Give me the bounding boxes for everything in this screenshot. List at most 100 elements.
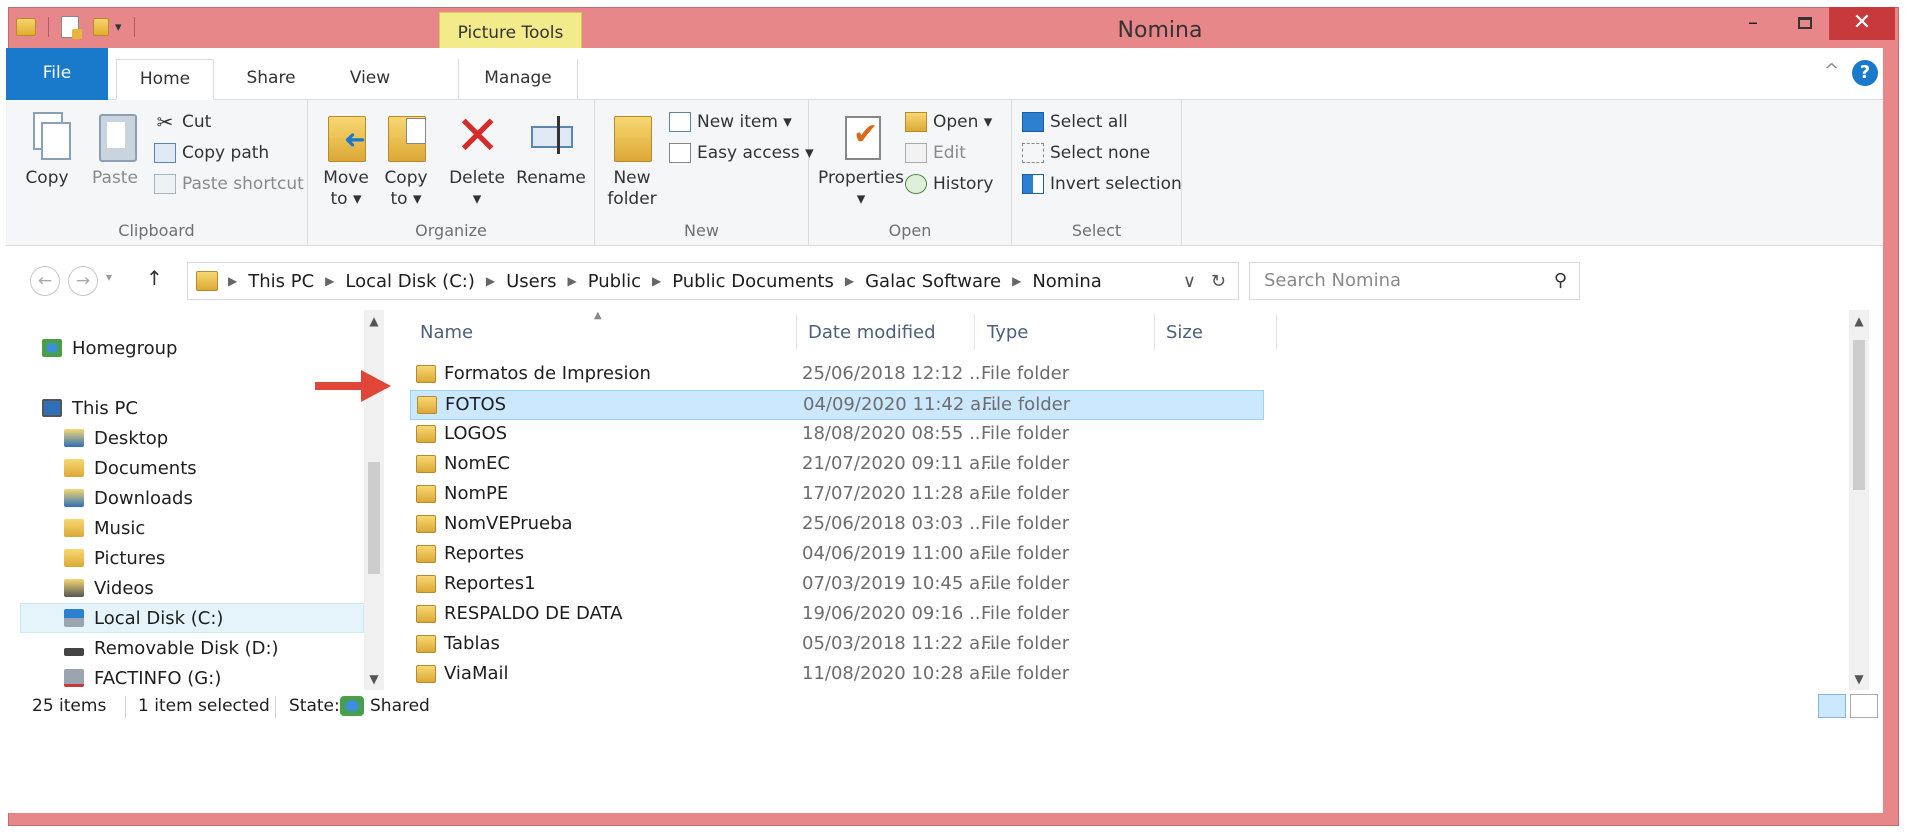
refresh-icon[interactable]: ↻	[1211, 271, 1226, 292]
new-item-button[interactable]: New item ▾	[669, 108, 792, 136]
column-header-date[interactable]: Date modified	[808, 322, 936, 343]
breadcrumb-separator[interactable]: ▶	[486, 274, 495, 288]
paste-shortcut-button[interactable]: Paste shortcut	[154, 170, 304, 198]
list-item[interactable]: RESPALDO DE DATA 19/06/2020 09:16 ... Fi…	[410, 600, 1264, 630]
breadcrumb-local-disk[interactable]: Local Disk (C:)	[345, 271, 474, 292]
invert-selection-button[interactable]: Invert selection	[1022, 170, 1182, 198]
copy-to-button[interactable]: Copy to ▾	[378, 110, 434, 210]
file-list-scrollbar[interactable]: ▲ ▼	[1849, 310, 1869, 690]
nav-scroll-thumb[interactable]	[368, 462, 380, 574]
list-item[interactable]: Formatos de Impresion 25/06/2018 12:12 .…	[410, 360, 1264, 390]
column-header-size[interactable]: Size	[1166, 322, 1203, 343]
list-item-selected[interactable]: FOTOS 04/09/2020 11:42 a... File folder	[410, 390, 1264, 420]
file-name: NomEC	[444, 453, 510, 474]
nav-item-desktop[interactable]: Desktop	[64, 423, 168, 453]
properties-button[interactable]: Properties ▾	[815, 110, 907, 210]
column-divider[interactable]	[974, 314, 975, 350]
large-icons-view-button[interactable]	[1850, 694, 1878, 718]
file-date: 25/06/2018 12:12 ...	[802, 363, 987, 384]
list-item[interactable]: LOGOS 18/08/2020 08:55 ... File folder	[410, 420, 1264, 450]
properties-label: Properties	[818, 168, 904, 188]
nav-item-videos[interactable]: Videos	[64, 573, 154, 603]
breadcrumb-nomina[interactable]: Nomina	[1032, 271, 1101, 292]
paste-button[interactable]: Paste	[84, 110, 146, 189]
rename-button[interactable]: Rename	[514, 110, 588, 189]
breadcrumb-separator[interactable]: ▶	[845, 274, 854, 288]
column-header-name[interactable]: Name	[420, 322, 473, 343]
breadcrumb-public-documents[interactable]: Public Documents	[672, 271, 834, 292]
properties-qat-icon[interactable]	[61, 16, 82, 39]
search-input[interactable]: Search Nomina ⚲	[1249, 262, 1580, 300]
edit-button[interactable]: Edit	[905, 139, 966, 167]
scroll-up-icon[interactable]: ▲	[364, 314, 384, 328]
breadcrumb-users[interactable]: Users	[506, 271, 556, 292]
column-divider[interactable]	[1276, 314, 1277, 350]
tab-file[interactable]: File	[6, 48, 108, 100]
nav-item-local-disk[interactable]: Local Disk (C:)	[20, 603, 364, 633]
scroll-up-icon[interactable]: ▲	[1849, 314, 1869, 328]
open-button[interactable]: Open ▾	[905, 108, 992, 136]
copy-path-button[interactable]: Copy path	[154, 139, 269, 167]
new-folder-qat-icon[interactable]	[93, 18, 109, 36]
breadcrumb-separator[interactable]: ▶	[228, 274, 237, 288]
forward-button[interactable]: →	[68, 266, 98, 296]
tab-share[interactable]: Share	[228, 59, 314, 100]
column-divider[interactable]	[796, 314, 797, 350]
address-bar[interactable]: ▶ This PC ▶ Local Disk (C:) ▶ Users ▶ Pu…	[187, 262, 1239, 300]
column-header-type[interactable]: Type	[987, 322, 1028, 343]
file-list-scroll-thumb[interactable]	[1853, 340, 1865, 490]
breadcrumb-separator[interactable]: ▶	[325, 274, 334, 288]
cut-button[interactable]: ✂ Cut	[154, 108, 212, 136]
easy-access-button[interactable]: Easy access ▾	[669, 139, 814, 167]
maximize-button[interactable]	[1787, 8, 1823, 38]
help-icon[interactable]: ?	[1852, 60, 1878, 86]
list-item[interactable]: Tablas 05/03/2018 11:22 a... File folder	[410, 630, 1264, 660]
breadcrumb-separator[interactable]: ▶	[652, 274, 661, 288]
nav-item-factinfo[interactable]: FACTINFO (G:)	[64, 663, 221, 690]
nav-item-homegroup[interactable]: Homegroup	[42, 333, 177, 363]
details-view-button[interactable]	[1818, 694, 1846, 718]
column-divider[interactable]	[1154, 314, 1155, 350]
scroll-down-icon[interactable]: ▼	[364, 672, 384, 686]
breadcrumb-separator[interactable]: ▶	[1012, 274, 1021, 288]
close-button[interactable]: ✕	[1829, 7, 1895, 40]
tab-view[interactable]: View	[334, 59, 406, 100]
select-all-button[interactable]: Select all	[1022, 108, 1128, 136]
pictures-icon	[64, 549, 84, 567]
list-item[interactable]: ViaMail 11/08/2020 10:28 a... File folde…	[410, 660, 1264, 690]
breadcrumb-this-pc[interactable]: This PC	[248, 271, 314, 292]
select-none-button[interactable]: Select none	[1022, 139, 1150, 167]
tab-manage[interactable]: Manage	[458, 59, 578, 100]
new-folder-button[interactable]: New folder	[601, 110, 663, 210]
copy-button[interactable]: Copy	[16, 110, 78, 189]
scroll-down-icon[interactable]: ▼	[1849, 672, 1869, 686]
delete-button[interactable]: ✕ Delete ▾	[444, 109, 510, 210]
list-item[interactable]: NomPE 17/07/2020 11:28 a... File folder	[410, 480, 1264, 510]
move-to-button[interactable]: Move to ▾	[318, 110, 374, 210]
customize-qat-icon[interactable]: ▾	[115, 20, 122, 35]
collapse-ribbon-icon[interactable]: ^	[1824, 60, 1839, 81]
list-item[interactable]: NomEC 21/07/2020 09:11 a... File folder	[410, 450, 1264, 480]
history-button[interactable]: History	[905, 170, 993, 198]
nav-item-this-pc[interactable]: This PC	[42, 393, 138, 423]
breadcrumb-galac-software[interactable]: Galac Software	[865, 271, 1001, 292]
delete-caret: ▾	[472, 189, 482, 209]
nav-item-documents[interactable]: Documents	[64, 453, 197, 483]
recent-locations-icon[interactable]: ▾	[106, 270, 112, 284]
toolbar-divider	[48, 17, 49, 37]
list-item[interactable]: Reportes 04/06/2019 11:00 a... File fold…	[410, 540, 1264, 570]
breadcrumb-separator[interactable]: ▶	[567, 274, 576, 288]
nav-item-removable-disk[interactable]: Removable Disk (D:)	[64, 633, 279, 663]
breadcrumb-public[interactable]: Public	[588, 271, 641, 292]
nav-item-pictures[interactable]: Pictures	[64, 543, 165, 573]
network-drive-icon	[64, 669, 84, 687]
address-dropdown-icon[interactable]: ∨	[1183, 271, 1196, 292]
minimize-button[interactable]: –	[1735, 8, 1771, 38]
back-button[interactable]: ←	[30, 266, 60, 296]
nav-item-downloads[interactable]: Downloads	[64, 483, 193, 513]
tab-home[interactable]: Home	[116, 59, 214, 100]
up-button[interactable]: ↑	[146, 266, 163, 290]
list-item[interactable]: Reportes1 07/03/2019 10:45 a... File fol…	[410, 570, 1264, 600]
nav-item-music[interactable]: Music	[64, 513, 145, 543]
list-item[interactable]: NomVEPrueba 25/06/2018 03:03 ... File fo…	[410, 510, 1264, 540]
